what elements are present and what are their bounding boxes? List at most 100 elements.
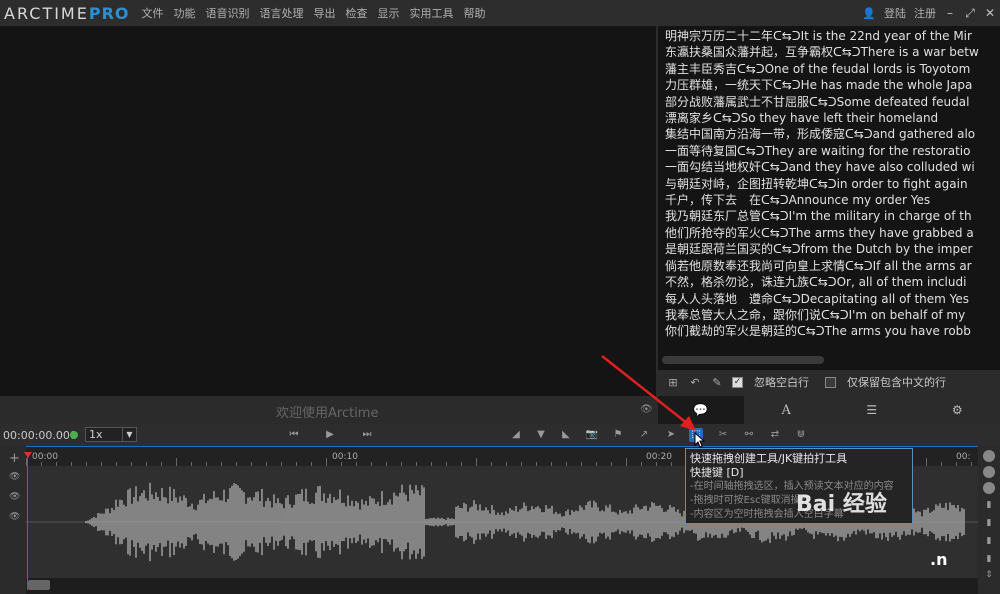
track-controls: + 👁 👁 👁 (0, 446, 26, 594)
minimize-button[interactable]: – (944, 6, 956, 20)
ruler-tick (626, 458, 627, 466)
ignore-blank-checkbox[interactable]: ✓ (732, 376, 743, 388)
bars-icon[interactable]: ▮ (983, 536, 995, 548)
watermark-text: .n (930, 550, 948, 569)
bars-icon[interactable]: ▮ (983, 518, 995, 530)
close-button[interactable]: ✕ (984, 6, 996, 20)
menu-export[interactable]: 导出 (314, 5, 336, 21)
register-link[interactable]: 注册 (914, 5, 936, 21)
bars-icon[interactable]: ▮ (983, 500, 995, 512)
subtitle-line[interactable]: 部分战败藩属武士不甘屈服ᑕ⇆ᑐSome defeated feudal (665, 94, 1000, 110)
video-footer: 欢迎使用Arctime 👁 (0, 396, 656, 424)
scissors-icon[interactable]: ✂ (716, 428, 730, 442)
subtitle-line[interactable]: 我奉总管大人之命，跟你们说ᑕ⇆ᑐI'm on behalf of my (665, 307, 1000, 323)
eye-icon[interactable]: 👁 (9, 492, 20, 502)
add-track-icon[interactable]: + (9, 451, 20, 466)
subtitle-line[interactable]: 漂离家乡ᑕ⇆ᑐSo they have left their homeland (665, 110, 1000, 126)
zoom-knob-icon[interactable] (983, 466, 995, 478)
zoom-knob-icon[interactable] (983, 450, 995, 462)
ruler-label: 00:10 (332, 452, 358, 462)
tooltip-shortcut: 快捷键 [D] (690, 466, 744, 479)
timeline-scroll-thumb[interactable] (28, 580, 50, 590)
status-dot (70, 431, 78, 439)
ruler-tick (176, 458, 177, 466)
tab-list[interactable]: ☰ (829, 396, 915, 424)
menu-file[interactable]: 文件 (142, 5, 164, 21)
subtitle-line[interactable]: 每人人头落地 遵命ᑕ⇆ᑐDecapitating all of them Yes (665, 291, 1000, 307)
menu-language-processing[interactable]: 语言处理 (260, 5, 304, 21)
annotation-arrow (601, 355, 696, 431)
menu-utilities[interactable]: 实用工具 (410, 5, 454, 21)
playhead-handle[interactable] (24, 452, 32, 458)
ruler-tick (476, 458, 477, 466)
ruler-tick (326, 458, 327, 466)
subtitle-line[interactable]: 东瀛扶桑国众藩并起，互争霸权ᑕ⇆ᑐThere is a war betw (665, 44, 1000, 60)
gear-icon: ⚙ (951, 403, 963, 417)
swap-icon[interactable]: ⇄ (768, 428, 782, 442)
side-tabs: 💬 A ☰ ⚙ (658, 396, 1000, 424)
ruler-tick (926, 458, 927, 466)
login-link[interactable]: 登陆 (884, 5, 906, 21)
subtitle-text-panel[interactable]: 明神宗万历二十二年ᑕ⇆ᑐIt is the 22nd year of the M… (658, 26, 1000, 370)
magnet-icon[interactable]: ⋓ (794, 428, 808, 442)
subtitle-line[interactable]: 与朝廷对峙，企图扭转乾坤ᑕ⇆ᑐin order to fight again (665, 176, 1000, 192)
subtitle-line[interactable]: 是朝廷跟荷兰国买的ᑕ⇆ᑐfrom the Dutch by the imper (665, 241, 1000, 257)
triangle-down-icon[interactable]: ▼ (534, 428, 548, 442)
bars-icon[interactable]: ▮ (983, 554, 995, 566)
list-icon: ☰ (866, 403, 878, 417)
speed-select[interactable]: 1x ▼ (85, 427, 137, 442)
menu-check[interactable]: 检查 (346, 5, 368, 21)
zoom-knob-icon[interactable] (983, 482, 995, 494)
subtitle-toolbar: ⊞ ↶ ✎ ✓ 忽略空白行 仅保留包含中文的行 (658, 370, 1000, 394)
ruler-label: 00:00 (32, 452, 58, 462)
subtitle-line[interactable]: 我乃朝廷东厂总管ᑕ⇆ᑐI'm the military in charge of… (665, 208, 1000, 224)
ruler-label: 00:20 (646, 452, 672, 462)
subtitle-line[interactable]: 不然，格杀勿论，诛连九族ᑕ⇆ᑐOr, all of them includi (665, 274, 1000, 290)
font-icon: A (781, 402, 791, 418)
time-display: 00:00:00.000 (3, 429, 77, 442)
next-icon[interactable]: ⏭ (360, 428, 374, 442)
timeline-scrollbar[interactable] (26, 578, 978, 594)
subtitle-line[interactable]: 藩主丰臣秀吉ᑕ⇆ᑐOne of the feudal lords is Toyo… (665, 61, 1000, 77)
subtitle-line[interactable]: 力压群雄，一统天下ᑕ⇆ᑐHe has made the whole Japa (665, 77, 1000, 93)
tooltip-title: 快速拖拽创建工具/JK键拍打工具 (690, 452, 848, 465)
keep-chinese-label: 仅保留包含中文的行 (847, 376, 946, 389)
menu-function[interactable]: 功能 (174, 5, 196, 21)
subtitle-line[interactable]: 他们所抢夺的军火ᑕ⇆ᑐThe arms they have grabbed a (665, 225, 1000, 241)
transport-bar: 00:00:00.000 1x▼ ⏮ ▶ ⏭ ◢ ▼ ◣ 📷 ⚑ ↗ ➤ ⬚ ✂… (0, 424, 1000, 446)
maximize-button[interactable]: ⤢ (964, 6, 976, 21)
edit-icon[interactable]: ✎ (710, 375, 724, 389)
menu-help[interactable]: 帮助 (464, 5, 486, 21)
user-icon: 👤 (862, 6, 876, 20)
subtitle-line[interactable]: 倘若他原数奉还我尚可向皇上求情ᑕ⇆ᑐIf all the arms ar (665, 258, 1000, 274)
subtitle-line[interactable]: 你们截劫的军火是朝廷的ᑕ⇆ᑐThe arms you have robb (665, 323, 1000, 339)
subtitle-line[interactable]: 一面等待复国ᑕ⇆ᑐThey are waiting for the restor… (665, 143, 1000, 159)
chevron-down-icon: ▼ (122, 428, 136, 441)
menu-speech-recognition[interactable]: 语音识别 (206, 5, 250, 21)
expand-vertical-icon[interactable]: ⇕ (983, 570, 995, 582)
subtitle-line[interactable]: 千户，传下去 在ᑕ⇆ᑐAnnounce my order Yes (665, 192, 1000, 208)
menu-bar: ARCTIMEPRO 文件 功能 语音识别 语言处理 导出 检查 显示 实用工具… (0, 0, 1000, 26)
prev-icon[interactable]: ⏮ (287, 428, 301, 442)
link-icon[interactable]: ⚯ (742, 428, 756, 442)
tab-font[interactable]: A (744, 396, 830, 424)
subtitle-line[interactable]: 集结中国南方沿海一带，形成倭寇ᑕ⇆ᑐand gathered alo (665, 126, 1000, 142)
corner-right-icon[interactable]: ◣ (559, 428, 573, 442)
tab-settings[interactable]: ⚙ (915, 396, 1000, 424)
eye-icon[interactable]: 👁 (9, 472, 20, 482)
watermark-logo: Bai 经验 (796, 492, 887, 517)
subtitle-line[interactable]: 明神宗万历二十二年ᑕ⇆ᑐIt is the 22nd year of the M… (665, 28, 1000, 44)
play-icon[interactable]: ▶ (323, 428, 337, 442)
zoom-rail: ▮ ▮ ▮ ▮ ⇕ (978, 446, 1000, 594)
keep-chinese-checkbox[interactable] (825, 376, 836, 388)
welcome-text: 欢迎使用Arctime (276, 406, 379, 421)
ignore-blank-label: 忽略空白行 (754, 376, 809, 389)
eye-icon[interactable]: 👁 (9, 512, 20, 522)
corner-left-icon[interactable]: ◢ (509, 428, 523, 442)
app-logo: ARCTIMEPRO (4, 3, 130, 23)
playhead[interactable] (27, 452, 28, 590)
video-preview[interactable] (0, 26, 656, 396)
menu-display[interactable]: 显示 (378, 5, 400, 21)
ruler-label: 00: (956, 452, 971, 462)
subtitle-line[interactable]: 一面勾结当地权奸ᑕ⇆ᑐand they have also colluded w… (665, 159, 1000, 175)
